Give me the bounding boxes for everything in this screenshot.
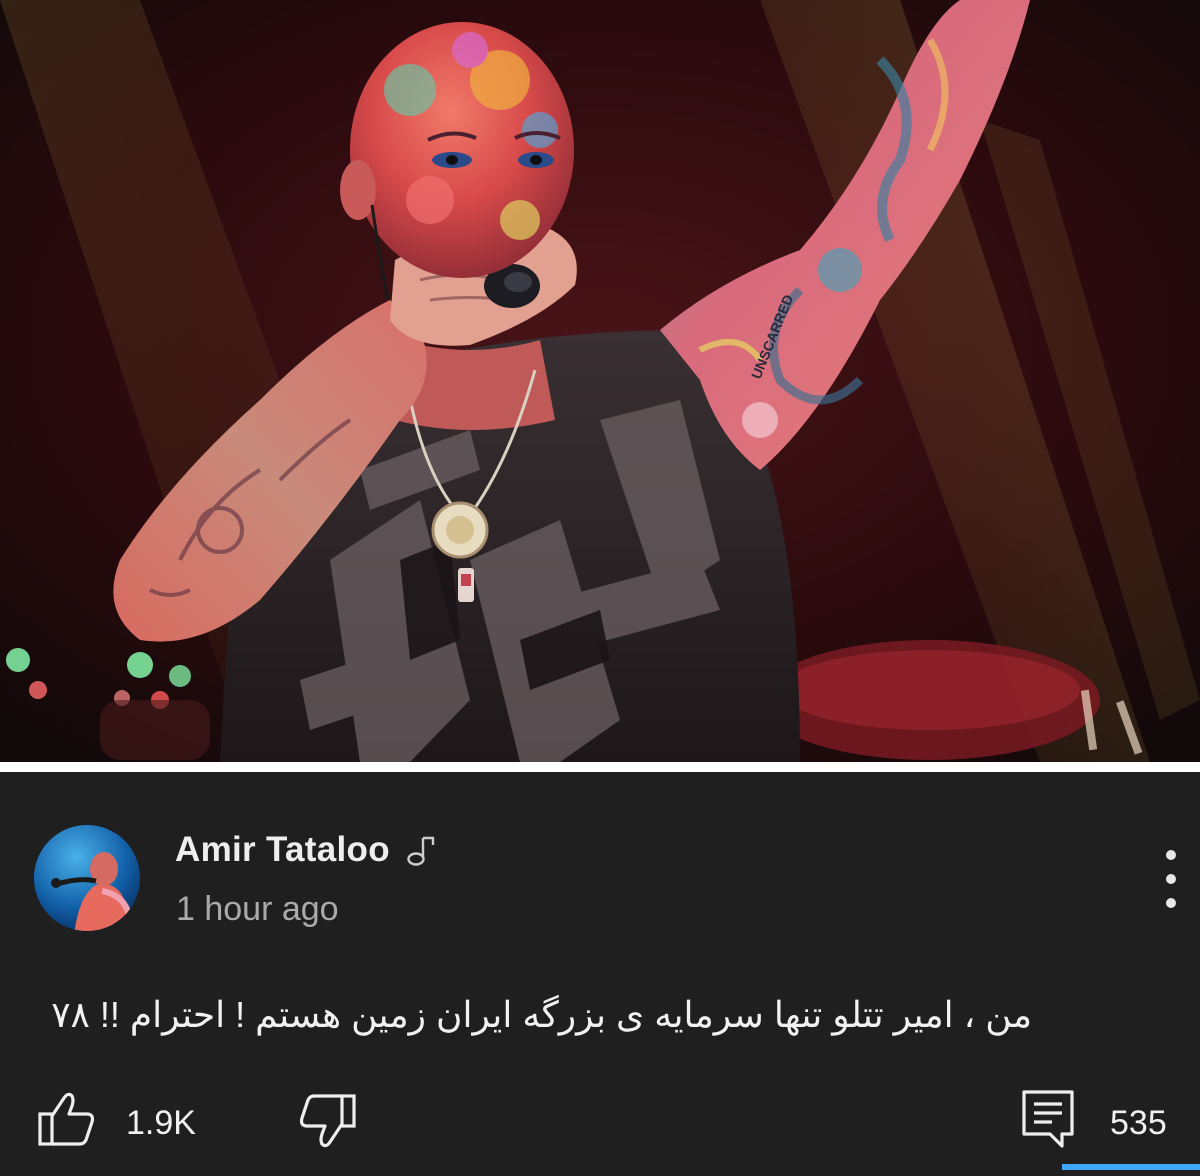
comment-count: 535 xyxy=(1110,1104,1167,1142)
author-avatar[interactable] xyxy=(34,825,140,931)
like-count: 1.9K xyxy=(126,1104,196,1142)
author-row: Amir Tataloo xyxy=(175,828,436,872)
community-post: Amir Tataloo 1 hour ago من ، امیر تتلو ت… xyxy=(0,772,1200,1176)
avatar-image xyxy=(34,825,140,931)
more-vert-icon[interactable] xyxy=(1156,850,1186,908)
image-separator xyxy=(0,762,1200,772)
thumbs-up-icon[interactable] xyxy=(36,1090,98,1150)
author-name[interactable]: Amir Tataloo xyxy=(175,830,390,870)
comment-icon[interactable] xyxy=(1018,1088,1078,1152)
post-timestamp: 1 hour ago xyxy=(176,890,339,928)
accent-strip xyxy=(1062,1164,1200,1170)
music-note-icon xyxy=(406,834,436,866)
post-image[interactable]: UNSCARRED xyxy=(0,0,1200,762)
post-text: من ، امیر تتلو تنها سرمایه ی بزرگه ایران… xyxy=(51,994,1032,1035)
thumbs-down-icon[interactable] xyxy=(296,1090,358,1150)
action-bar: 1.9K 535 xyxy=(0,1084,1200,1154)
